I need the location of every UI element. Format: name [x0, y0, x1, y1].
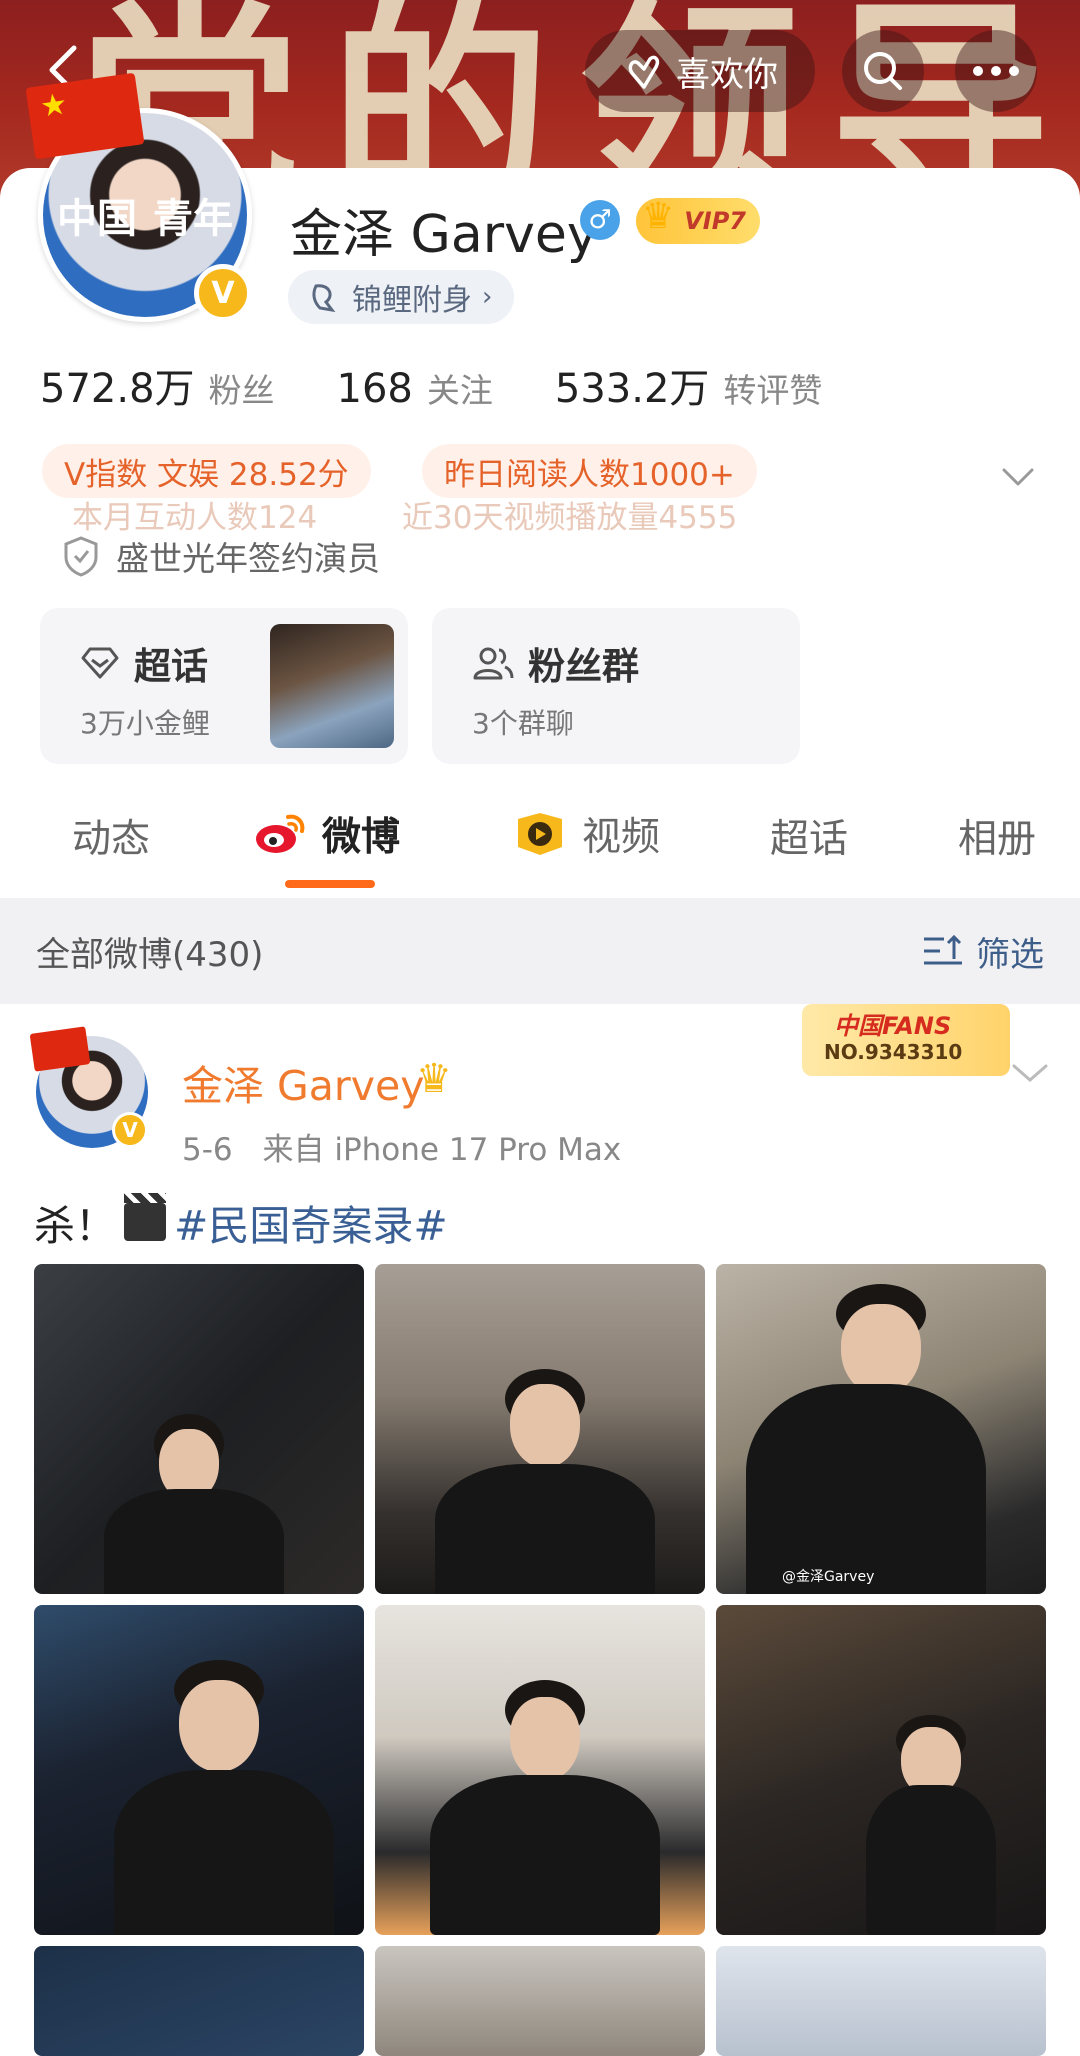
followers-label[interactable]: 粉丝 [209, 364, 275, 412]
video-plays-pill: 近30天视频播放量4555 [402, 500, 738, 536]
video-play-icon [518, 813, 562, 855]
super-topic-thumbnail [270, 624, 394, 748]
post-photo-3[interactable]: @金泽Garvey [716, 1264, 1046, 1594]
profile-name: 金泽 Garvey [290, 205, 598, 265]
crown-icon: ♛ [416, 1056, 452, 1102]
filter-button[interactable]: 筛选 [922, 927, 1044, 976]
post-text: 杀！ #民国奇案录# [34, 1192, 448, 1252]
post-count: 全部微博(430) [36, 934, 264, 975]
male-gender-icon: ♂ [580, 200, 620, 240]
fan-group-subtitle: 3个群聊 [472, 707, 574, 740]
profile-stats: 572.8万 粉丝 168 关注 533.2万 转评赞 [40, 356, 884, 414]
signed-actor-label: 盛世光年签约演员 [116, 539, 380, 578]
search-button[interactable] [842, 30, 924, 112]
diamond-icon [81, 647, 119, 679]
chevron-right-icon: › [482, 282, 493, 312]
post-photo-7[interactable] [34, 1946, 364, 2056]
post-menu-chevron-icon[interactable] [1010, 1058, 1050, 1088]
post-photo-1[interactable] [34, 1264, 364, 1594]
group-people-icon [473, 647, 514, 680]
clapperboard-icon [124, 1193, 166, 1241]
tab-video[interactable]: 视频 [512, 806, 660, 862]
tab-weibo-label: 微博 [322, 815, 401, 860]
more-dots-icon [973, 66, 1019, 76]
filter-sort-icon [924, 934, 962, 965]
engagement-count: 533.2万 [554, 366, 710, 412]
more-options-button[interactable] [955, 30, 1037, 112]
super-topic-subtitle: 3万小金鲤 [80, 707, 210, 740]
following-label[interactable]: 关注 [427, 364, 493, 412]
post-hashtag[interactable]: #民国奇案录# [174, 1192, 448, 1252]
post-photo-2[interactable] [375, 1264, 705, 1594]
fan-group-tile[interactable]: 粉丝群 3个群聊 [432, 608, 800, 764]
verified-badge-icon: V [194, 264, 252, 322]
engagement-label: 转评赞 [723, 371, 823, 410]
avatar-left-text: 中国 [57, 195, 137, 242]
active-tab-indicator [285, 880, 375, 888]
post-date: 5-6 [182, 1132, 233, 1168]
vip-badge[interactable]: VIP7 [636, 196, 760, 244]
post-meta: 5-6 来自 iPhone 17 Pro Max [182, 1124, 621, 1169]
post-photo-4[interactable] [34, 1605, 364, 1935]
tab-video-label: 视频 [582, 815, 661, 860]
followers-count[interactable]: 572.8万 [40, 356, 195, 414]
filter-bar: 全部微博(430) 筛选 [0, 898, 1080, 1004]
yesterday-readers-pill[interactable]: 昨日阅读人数1000+ [422, 444, 757, 498]
tab-album[interactable]: 相册 [958, 808, 1036, 864]
weibo-logo-icon [256, 814, 305, 853]
post-photo-5[interactable] [375, 1605, 705, 1935]
post-source: 来自 iPhone 17 Pro Max [262, 1132, 622, 1168]
signed-actor-info: 盛世光年签约演员 [62, 532, 380, 580]
post-text-prefix: 杀！ [34, 1202, 116, 1250]
tab-activity[interactable]: 动态 [72, 808, 150, 864]
fans-badge-number: NO.9343310 [824, 1040, 963, 1064]
koi-badge-button[interactable]: 锦鲤附身 › [288, 270, 515, 324]
china-flag-icon [25, 72, 145, 160]
shield-icon [64, 536, 98, 577]
fan-group-title: 粉丝群 [528, 645, 639, 688]
post-photo-8[interactable] [375, 1946, 705, 2056]
monthly-interactions-pill: 本月互动人数124 [72, 500, 318, 536]
filter-label: 筛选 [976, 934, 1044, 975]
post-verified-badge-icon: V [112, 1112, 148, 1148]
post-photo-6[interactable] [716, 1605, 1046, 1935]
like-you-label: 喜欢你 [676, 54, 778, 95]
following-count[interactable]: 168 [337, 366, 413, 412]
search-icon [864, 52, 902, 90]
avatar-right-text: 青年 [153, 195, 233, 242]
heart-hand-icon [628, 55, 660, 89]
koi-label: 锦鲤附身 [352, 283, 472, 318]
chevron-down-icon[interactable] [1000, 458, 1036, 494]
super-topic-tile[interactable]: 超话 3万小金鲤 [40, 608, 408, 764]
koi-fish-icon [312, 284, 336, 313]
super-topic-title: 超话 [134, 645, 208, 688]
tab-weibo[interactable]: 微博 [254, 806, 400, 862]
post-china-flag-icon [29, 1026, 91, 1072]
photo-watermark: @金泽Garvey [782, 1569, 875, 1585]
v-index-pill[interactable]: V指数 文娱 28.52分 [42, 444, 371, 498]
tab-super-topic[interactable]: 超话 [770, 808, 848, 864]
post-author-name[interactable]: 金泽 Garvey [182, 1052, 425, 1112]
china-fans-badge[interactable]: 中国FANS NO.9343310 [802, 1004, 1010, 1076]
like-you-button[interactable]: 喜欢你 [585, 30, 815, 112]
post-photo-9[interactable] [716, 1946, 1046, 2056]
fans-badge-title: 中国FANS [834, 1012, 952, 1040]
